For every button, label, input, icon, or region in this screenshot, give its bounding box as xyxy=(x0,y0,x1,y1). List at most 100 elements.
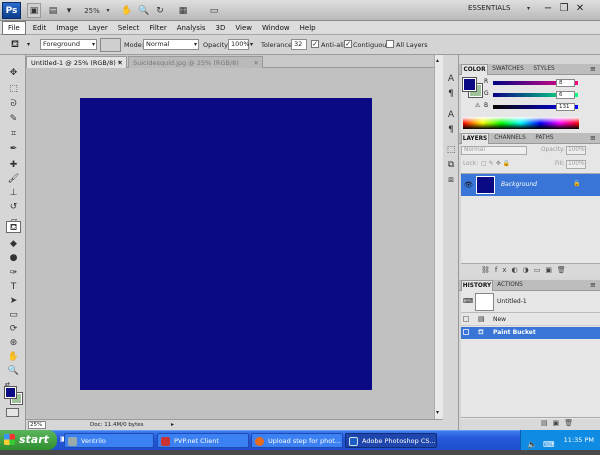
start-button[interactable]: start xyxy=(0,430,57,450)
menu-file[interactable]: File xyxy=(2,20,26,35)
layers-footer-icons[interactable]: ⛓fx◐◑▭▣🗑 xyxy=(481,266,571,274)
status-menu-icon[interactable]: ▸ xyxy=(171,421,174,428)
tab-paths[interactable]: PATHS xyxy=(531,133,558,144)
tab-swatches[interactable]: SWATCHES xyxy=(489,64,527,75)
menu-filter[interactable]: Filter xyxy=(144,21,171,35)
foreground-color-swatch[interactable] xyxy=(462,77,477,92)
menu-analysis[interactable]: Analysis xyxy=(172,21,211,35)
scroll-down-icon[interactable]: ▾ xyxy=(436,409,439,416)
layer-row-background[interactable]: 👁 Background 🔒 xyxy=(461,174,600,196)
menu-edit[interactable]: Edit xyxy=(28,21,52,35)
tab-color[interactable]: COLOR xyxy=(461,64,488,75)
clone-stamp-tool-icon[interactable]: ⊥ xyxy=(6,187,21,199)
gamut-warning-icon[interactable]: ⚠ xyxy=(475,102,480,109)
quick-selection-tool-icon[interactable]: ✎ xyxy=(6,113,21,125)
dodge-tool-icon[interactable]: ● xyxy=(6,252,21,264)
history-brush-tool-icon[interactable]: ↺ xyxy=(6,201,21,213)
extras-icon[interactable]: ▾ xyxy=(62,3,76,18)
lock-icons[interactable]: ▢✎✥🔒 xyxy=(481,160,512,167)
brushes-icon[interactable]: ⧈ xyxy=(445,174,457,186)
clock[interactable]: 11:35 PM xyxy=(564,436,594,444)
taskbar-item-photoshop[interactable]: Adobe Photoshop CS... xyxy=(345,433,437,448)
panel-menu-icon[interactable]: ≡ xyxy=(590,65,596,73)
network-icon[interactable]: ⌨ xyxy=(543,435,555,455)
mini-bridge-icon[interactable]: ▤ xyxy=(46,3,60,18)
tab-actions[interactable]: ACTIONS xyxy=(494,280,526,291)
tolerance-field[interactable]: 32 xyxy=(291,39,307,50)
panel-menu-icon[interactable]: ≡ xyxy=(590,281,596,289)
mode-select[interactable]: Normal ▾ xyxy=(143,39,199,50)
paragraph-panel-icon[interactable]: ¶ xyxy=(445,124,457,136)
menu-3d[interactable]: 3D xyxy=(211,21,231,35)
path-selection-tool-icon[interactable]: ➤ xyxy=(6,295,21,307)
layer-comps-icon[interactable]: ⧉ xyxy=(445,159,457,171)
screen-mode-icon[interactable]: ▭ xyxy=(207,3,221,18)
history-state-new[interactable]: ▤ New xyxy=(461,314,600,326)
workspace-switcher[interactable]: ESSENTIALS xyxy=(468,4,510,12)
tab-suicidesquid[interactable]: Suicidesquid.jpg @ 25% (RGB/8) ✕ xyxy=(128,56,263,68)
paint-bucket-preset-icon[interactable]: ⛾ xyxy=(6,38,24,52)
blur-tool-icon[interactable]: ◆ xyxy=(6,238,21,250)
minimize-icon[interactable]: − xyxy=(540,3,556,14)
green-value[interactable]: 6 xyxy=(556,91,575,99)
panel-menu-icon[interactable]: ≡ xyxy=(590,134,596,142)
contiguous-checkbox[interactable]: ✓ xyxy=(344,40,352,48)
anti-alias-checkbox[interactable]: ✓ xyxy=(311,40,319,48)
opacity-dropdown-icon[interactable]: ▾ xyxy=(250,41,253,48)
blend-mode-select[interactable]: Normal xyxy=(461,146,527,155)
eyedropper-tool-icon[interactable]: ✒ xyxy=(6,143,21,155)
tab-channels[interactable]: CHANNELS xyxy=(490,133,530,144)
workspace-dropdown-icon[interactable]: ▾ xyxy=(527,5,530,12)
zoom-tool-icon[interactable]: 🔍 xyxy=(6,365,21,377)
move-tool-icon[interactable]: ✥ xyxy=(6,67,21,79)
quick-mask-icon[interactable] xyxy=(6,408,19,417)
taskbar-item-firefox[interactable]: Upload step for phot... xyxy=(251,433,343,448)
menu-help[interactable]: Help xyxy=(295,21,321,35)
close-icon[interactable]: ✕ xyxy=(572,3,588,14)
restore-icon[interactable]: ❐ xyxy=(556,3,572,14)
layer-name[interactable]: Background xyxy=(501,181,537,188)
snapshot-brush-icon[interactable]: ⌨ xyxy=(463,297,473,305)
history-footer-icons[interactable]: ▤▣🗑 xyxy=(541,419,578,427)
shape-tool-icon[interactable]: ▭ xyxy=(6,309,21,321)
history-state-paint-bucket[interactable]: ⛾ Paint Bucket xyxy=(461,327,600,339)
paragraph-panel-icon[interactable]: ¶ xyxy=(445,88,457,100)
layer-fill-field[interactable]: 100% xyxy=(566,160,586,169)
history-source-box[interactable] xyxy=(463,329,469,335)
paint-bucket-tool-icon[interactable]: ⛾ xyxy=(6,221,21,233)
eye-visibility-icon[interactable]: 👁 xyxy=(464,181,473,189)
zoom-level-dropdown[interactable]: 25% xyxy=(80,3,104,18)
hand-tool-icon[interactable]: ✋ xyxy=(120,3,134,18)
menu-window[interactable]: Window xyxy=(257,21,295,35)
zoom-tool-icon[interactable]: 🔍 xyxy=(137,3,151,18)
history-snapshot-row[interactable]: ⌨ Untitled-1 xyxy=(461,291,600,313)
layer-opacity-field[interactable]: 100% xyxy=(566,146,586,155)
foreground-color-swatch[interactable] xyxy=(4,386,17,399)
tab-history[interactable]: HISTORY xyxy=(461,280,493,291)
vertical-scrollbar[interactable]: ▴ ▾ xyxy=(434,55,443,419)
red-value[interactable]: 8 xyxy=(556,79,575,87)
menu-select[interactable]: Select xyxy=(113,21,145,35)
character-panel-icon[interactable]: A xyxy=(445,109,457,121)
document-canvas[interactable] xyxy=(80,98,372,390)
tab-styles[interactable]: STYLES xyxy=(529,64,559,75)
brush-tool-icon[interactable]: 🖌 xyxy=(6,173,21,185)
rotate-view-icon[interactable]: ↻ xyxy=(153,3,167,18)
blue-value[interactable]: 131 xyxy=(556,103,575,111)
history-source-box[interactable] xyxy=(463,316,469,322)
menu-image[interactable]: Image xyxy=(51,21,83,35)
3d-rotate-tool-icon[interactable]: ⟳ xyxy=(6,323,21,335)
menu-layer[interactable]: Layer xyxy=(83,21,113,35)
bridge-icon[interactable]: ▣ xyxy=(27,3,41,18)
spot-healing-tool-icon[interactable]: ✚ xyxy=(6,159,21,171)
tab-untitled-1[interactable]: Untitled-1 @ 25% (RGB/8) * ✕ xyxy=(26,56,127,68)
fill-source-select[interactable]: Foreground ▾ xyxy=(40,39,97,50)
type-tool-icon[interactable]: T xyxy=(6,281,21,293)
3d-orbit-tool-icon[interactable]: ⊛ xyxy=(6,337,21,349)
lasso-tool-icon[interactable]: ᘐ xyxy=(6,98,21,110)
tab-layers[interactable]: LAYERS xyxy=(461,133,489,144)
pattern-picker[interactable] xyxy=(100,38,121,52)
taskbar-item-ventrilo[interactable]: Ventrilo xyxy=(64,433,154,448)
all-layers-checkbox[interactable] xyxy=(386,40,394,48)
crop-tool-icon[interactable]: ⌗ xyxy=(6,128,21,140)
